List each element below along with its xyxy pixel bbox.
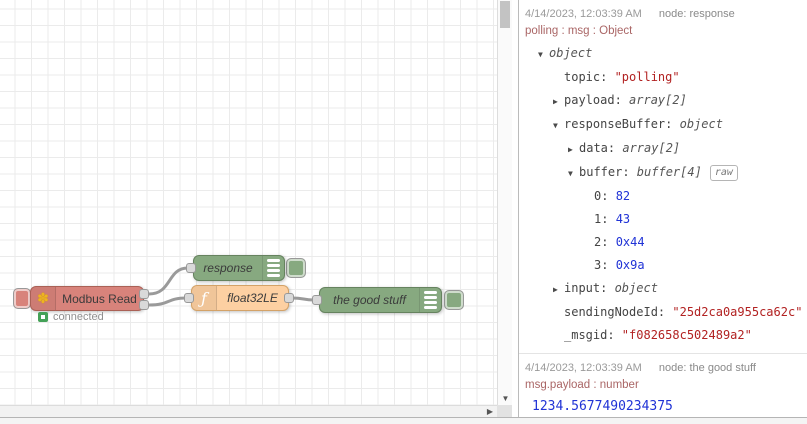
debug-message-header: 4/14/2023, 12:03:39 AM node: response [525,8,807,20]
expand-toggle-icon[interactable]: ▶ [553,90,564,113]
timestamp: 4/14/2023, 12:03:39 AM [525,8,642,20]
debug-message[interactable]: 4/14/2023, 12:03:39 AM node: the good st… [519,354,807,417]
expand-toggle-icon[interactable]: ▶ [553,278,564,301]
node-label: Modbus Read [62,291,137,306]
property-value: object [549,46,593,60]
expand-toggle-icon[interactable]: ▶ [568,138,579,161]
property-value: array[2] [622,141,681,155]
wire-function-to-debug [291,296,315,302]
debug-tree-row: ▶ input: object [525,277,807,301]
function-output-port[interactable] [284,293,294,303]
debug-tree-row: ▶ payload: array[2] [525,89,807,113]
property-key: topic: [564,70,615,84]
debug-message[interactable]: 4/14/2023, 12:03:39 AM node: response po… [519,0,807,354]
node-modbus-read[interactable]: ✽ Modbus Read [30,286,144,311]
property-value: "25d2ca0a955ca62c" [672,305,803,319]
property-value: object [679,117,723,131]
property-key: sendingNodeId: [564,305,673,319]
response-input-port[interactable] [186,263,196,273]
node-the-good-stuff[interactable]: the good stuff [319,287,442,313]
status-text: connected [53,311,104,323]
property-key: payload: [564,93,630,107]
property-value: array[2] [629,93,687,107]
node-red-window: ✽ Modbus Read connected response ƒ float… [0,0,807,424]
property-value: 82 [615,189,631,203]
scrollbar-corner [497,405,512,417]
debug-tree-row: 0: 82 [525,185,807,208]
debug-sidebar[interactable]: 4/14/2023, 12:03:39 AM node: response po… [519,0,807,417]
bottom-edge [0,417,807,424]
modbus-icon: ✽ [31,287,56,310]
property-value: buffer[4] [636,165,702,179]
debug-tree-row: 1: 43 [525,208,807,231]
debug-tree-row: 2: 0x44 [525,231,807,254]
property-value: "polling" [614,70,680,84]
expand-toggle-icon[interactable]: ▼ [553,114,564,137]
debug-tree-row: ▼ buffer: buffer[4] raw [525,161,807,185]
wire-modbus-to-function [148,296,187,307]
debug-tree-row: ▼ object [525,42,807,66]
flow-canvas[interactable]: ✽ Modbus Read connected response ƒ float… [0,0,497,405]
property-value: object [614,281,658,295]
property-key: buffer: [579,165,637,179]
debug-toggle-button-response[interactable] [286,258,306,278]
debug-tree-row: _msgid: "f082658c502489a2" [525,324,807,347]
sidebar-resize-handle[interactable] [512,0,519,417]
vertical-scrollbar[interactable]: ▼ [497,0,512,405]
source-node[interactable]: node: the good stuff [659,362,756,374]
property-key: 1: [594,212,616,226]
property-value: 0x9a [615,258,645,272]
debug-message-header: 4/14/2023, 12:03:39 AM node: the good st… [525,362,807,374]
property-value: 0x44 [615,235,645,249]
debug-tree-row: sendingNodeId: "25d2ca0a955ca62c" [525,301,807,324]
debug-tree-row: ▼ responseBuffer: object [525,113,807,137]
node-float32le[interactable]: ƒ float32LE [191,285,289,311]
property-key: input: [564,281,615,295]
property-value: "f082658c502489a2" [621,328,752,342]
timestamp: 4/14/2023, 12:03:39 AM [525,362,642,374]
message-path: polling : msg : Object [525,25,633,37]
debug-toggle-button-good-stuff[interactable] [444,290,464,310]
vertical-scrollbar-thumb[interactable] [500,1,510,28]
scroll-right-icon[interactable]: ▶ [487,407,493,416]
wire-modbus-to-response [148,266,189,296]
debug-tree-row: topic: "polling" [525,66,807,89]
property-value: 43 [615,212,631,226]
modbus-output-port-2[interactable] [139,300,149,310]
node-label: response [203,261,253,275]
node-response[interactable]: response [193,255,285,281]
expand-toggle-icon[interactable]: ▼ [538,43,549,66]
node-label: the good stuff [333,293,406,307]
scroll-down-icon[interactable]: ▼ [498,394,513,403]
property-key: 2: [594,235,616,249]
function-input-port[interactable] [184,293,194,303]
wires-layer [148,266,315,307]
modbus-read-button[interactable] [13,288,31,309]
good-stuff-input-port[interactable] [312,295,322,305]
modbus-status: connected [38,311,104,323]
debug-tree-row: ▶ data: array[2] [525,137,807,161]
expand-toggle-icon[interactable]: ▼ [568,162,579,185]
message-path: msg.payload : number [525,379,639,391]
property-key: data: [579,141,623,155]
raw-toggle-button[interactable]: raw [709,165,738,181]
function-icon: ƒ [192,286,217,310]
source-node[interactable]: node: response [659,8,735,20]
property-key: 3: [594,258,616,272]
modbus-output-port-1[interactable] [139,289,149,299]
property-key: responseBuffer: [564,117,680,131]
debug-message-tree: ▼ object topic: "polling" ▶ payload: array[2… [525,42,807,347]
debug-sidebar-icon [262,256,284,280]
horizontal-scrollbar[interactable]: ▶ [0,405,497,417]
payload-value: 1234.5677490234375 [532,399,673,414]
node-label: float32LE [227,291,278,305]
property-key: 0: [594,189,616,203]
property-key: _msgid: [564,328,622,342]
status-ring-icon [38,312,48,322]
debug-sidebar-icon [419,288,441,312]
debug-tree-row: 3: 0x9a [525,254,807,277]
